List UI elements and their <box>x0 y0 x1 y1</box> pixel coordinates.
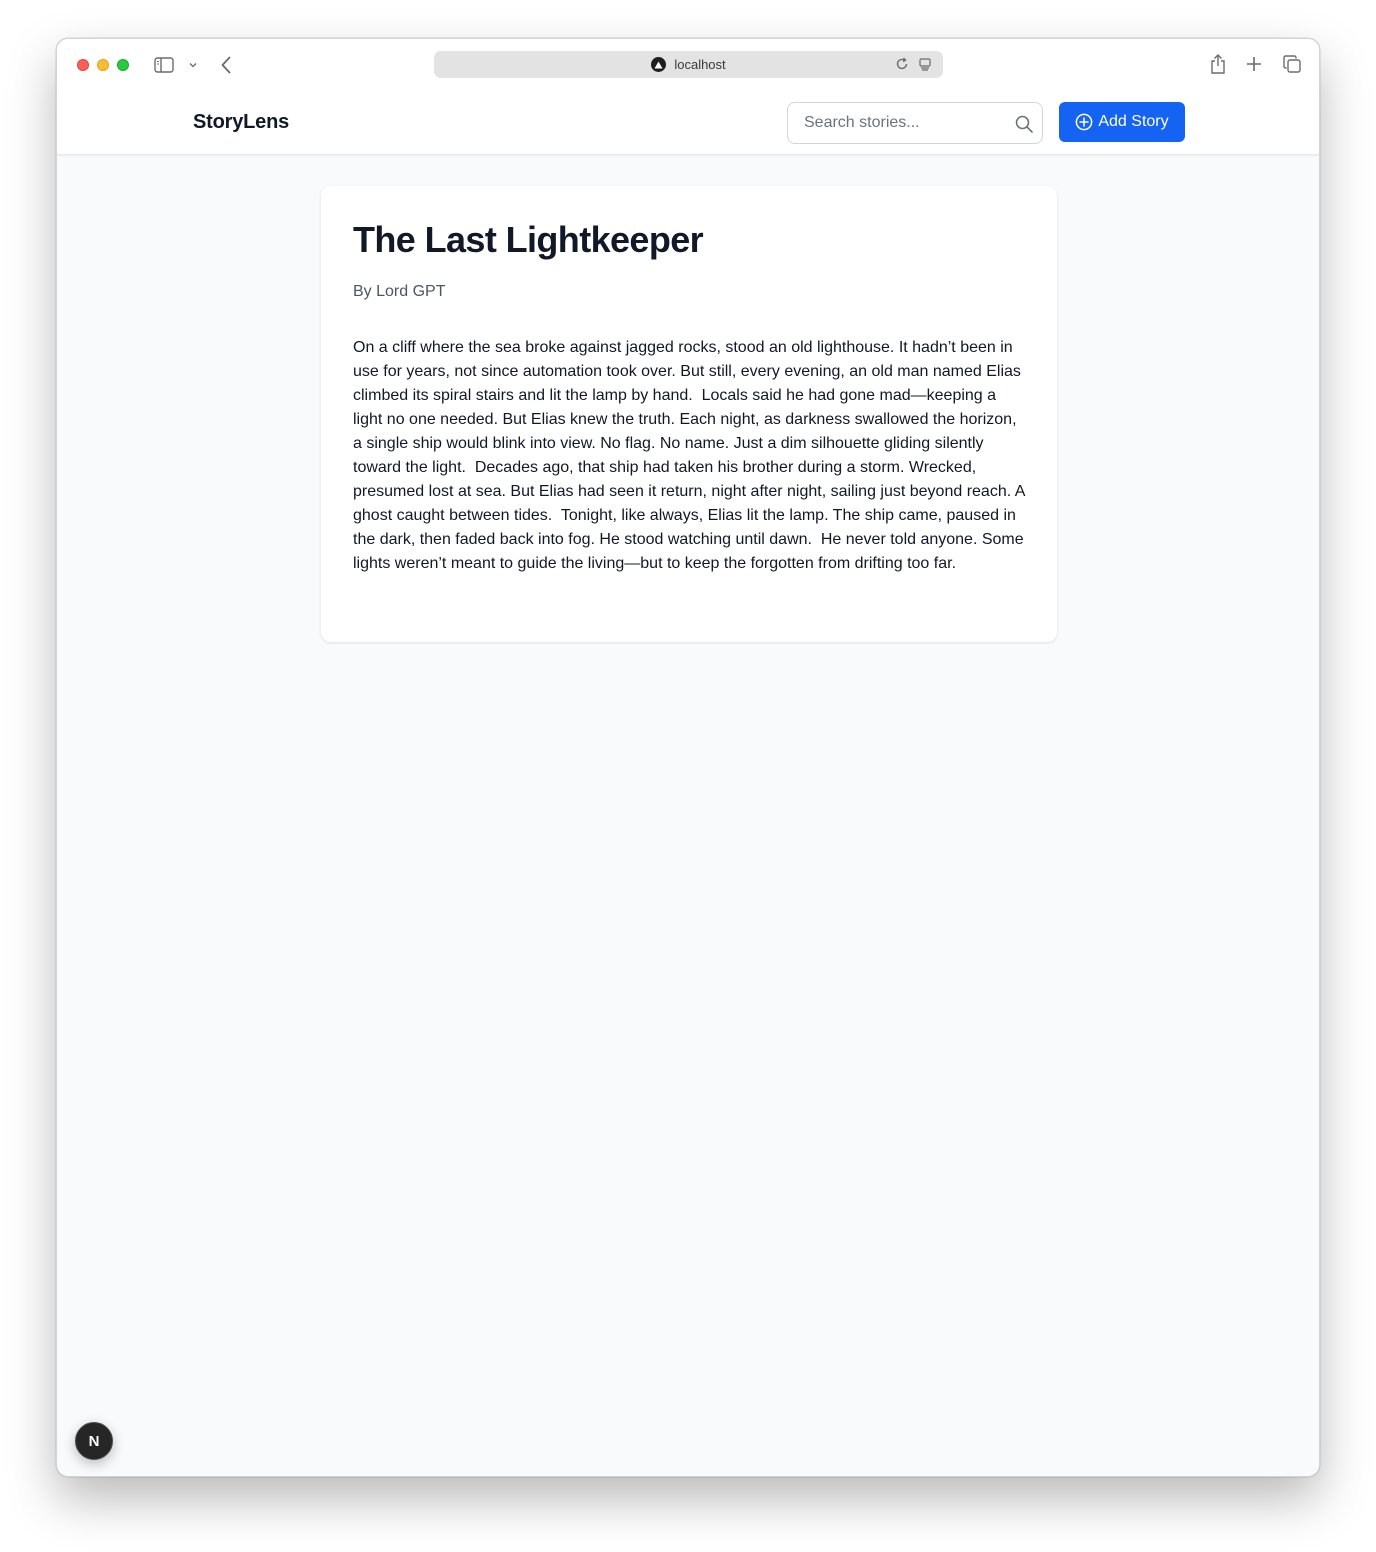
browser-window: localhost StoryLens Search stories... Ad… <box>56 38 1320 1477</box>
share-icon[interactable] <box>1208 53 1228 75</box>
brand-logo[interactable]: StoryLens <box>193 111 289 134</box>
story-card: The Last Lightkeeper By Lord GPT On a cl… <box>321 186 1057 642</box>
search-box[interactable] <box>787 102 1043 144</box>
site-favicon-icon <box>651 57 667 72</box>
tab-overview-icon[interactable] <box>1282 54 1302 74</box>
chevron-down-icon[interactable] <box>188 60 198 70</box>
sidebar-icon[interactable] <box>154 56 174 74</box>
add-story-label: Add Story <box>1098 113 1169 130</box>
story-body: On a cliff where the sea broke against j… <box>353 339 1029 572</box>
reader-icon[interactable] <box>918 57 932 71</box>
browser-toolbar: localhost <box>57 39 1319 91</box>
address-url: localhost <box>674 57 726 72</box>
nextjs-dev-indicator[interactable]: N <box>75 1422 113 1460</box>
add-story-button[interactable]: Add Story <box>1059 102 1185 142</box>
search-icon[interactable] <box>1014 114 1034 139</box>
zoom-window-button[interactable] <box>117 59 129 71</box>
chevron-left-icon[interactable] <box>219 55 233 75</box>
close-window-button[interactable] <box>77 59 89 71</box>
reload-icon[interactable] <box>895 57 909 71</box>
app-header: StoryLens Add Story <box>57 91 1319 155</box>
plus-icon[interactable] <box>1245 55 1263 73</box>
address-bar[interactable]: localhost <box>434 51 943 78</box>
story-byline: By Lord GPT <box>353 283 446 300</box>
story-title: The Last Lightkeeper <box>353 219 704 260</box>
plus-circle-icon <box>1075 113 1093 131</box>
search-input[interactable] <box>804 103 1004 143</box>
minimize-window-button[interactable] <box>97 59 109 71</box>
